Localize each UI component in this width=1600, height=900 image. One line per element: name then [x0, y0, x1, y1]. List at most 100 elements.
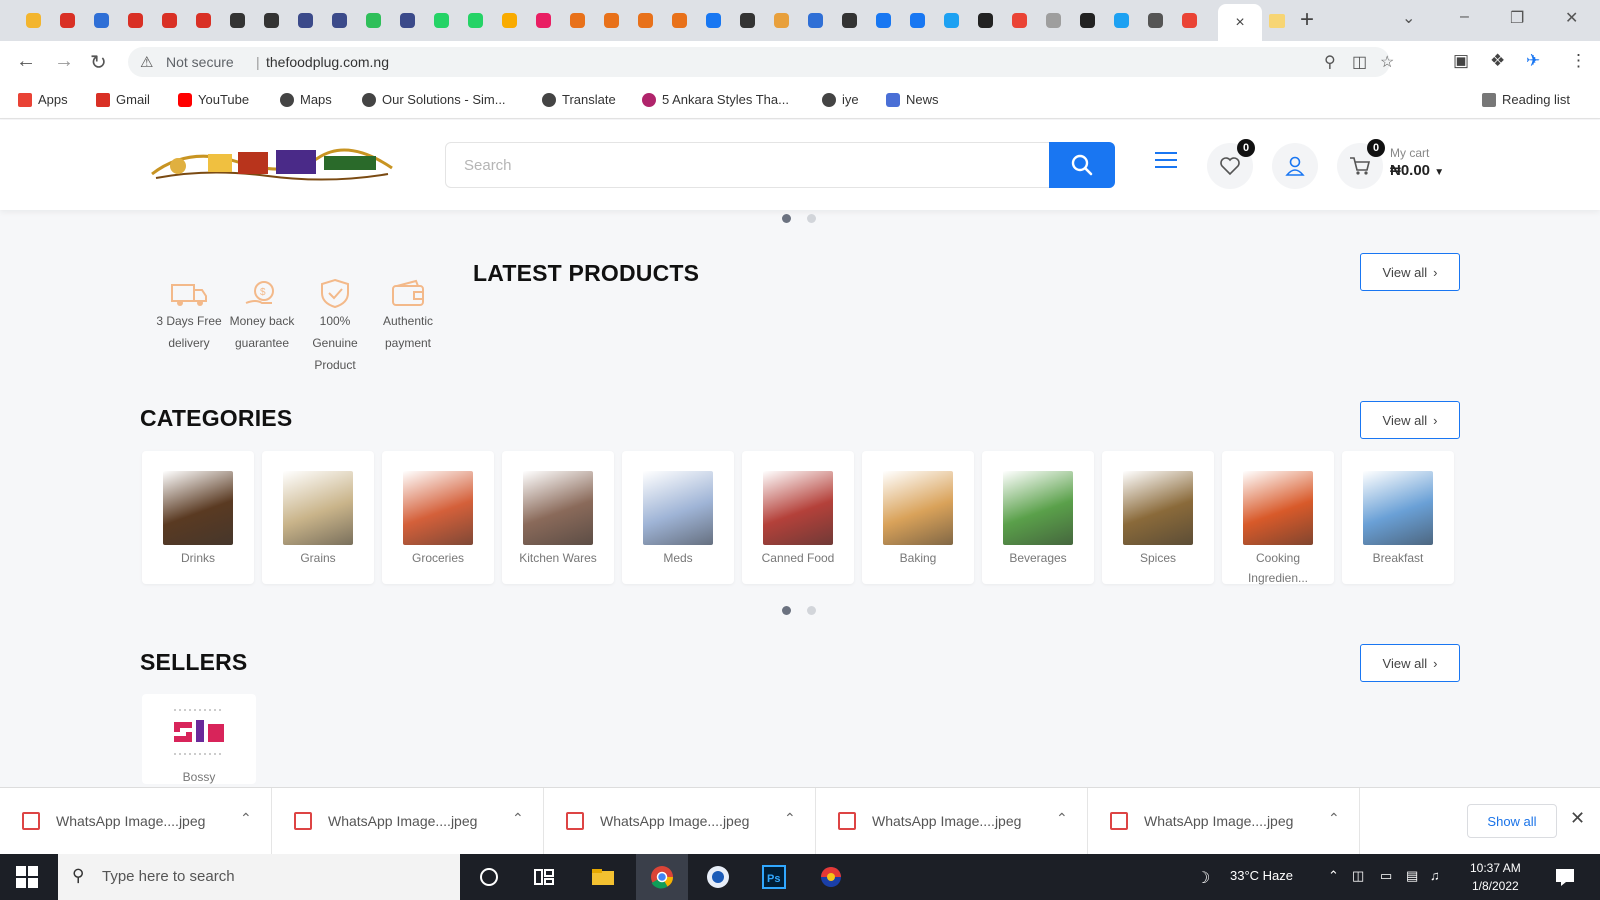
tab[interactable] — [732, 10, 762, 30]
tab[interactable] — [392, 10, 422, 30]
tab[interactable] — [1140, 10, 1170, 30]
tab[interactable] — [596, 10, 626, 30]
category-card[interactable]: Canned Food — [742, 451, 854, 584]
tab[interactable] — [868, 10, 898, 30]
tab[interactable] — [800, 10, 830, 30]
forward-arrow-icon[interactable]: → — [54, 50, 74, 73]
tab[interactable] — [290, 10, 320, 30]
close-downloads-icon[interactable]: ✕ — [1570, 808, 1585, 829]
bookmark-gmail[interactable]: Gmail — [96, 92, 150, 107]
search-input[interactable] — [446, 143, 1046, 187]
wishlist-button[interactable]: 0 — [1207, 139, 1255, 189]
cortana-icon[interactable] — [476, 864, 502, 890]
tab[interactable] — [86, 10, 116, 30]
show-hidden-icons-icon[interactable]: ⌃ — [1328, 868, 1339, 884]
show-all-downloads-button[interactable]: Show all — [1467, 804, 1557, 838]
tab[interactable] — [698, 10, 728, 30]
cart-label[interactable]: My cart — [1390, 146, 1429, 160]
tab-close-icon[interactable]: × — [1235, 14, 1244, 32]
search-button[interactable] — [1049, 142, 1115, 188]
tab[interactable] — [834, 10, 864, 30]
chevron-up-icon[interactable]: ⌃ — [1056, 810, 1068, 827]
tab[interactable] — [358, 10, 388, 30]
chevron-up-icon[interactable]: ⌃ — [512, 810, 524, 827]
weather-text[interactable]: 33°C Haze — [1230, 868, 1293, 883]
site-logo[interactable] — [148, 138, 396, 188]
install-app-icon[interactable]: ◫ — [1352, 52, 1367, 72]
category-card[interactable]: Breakfast — [1342, 451, 1454, 584]
bookmark-translate[interactable]: Translate — [542, 92, 616, 107]
tab[interactable] — [1262, 10, 1292, 32]
carousel-dot[interactable] — [782, 606, 791, 615]
address-bar[interactable]: ⚠ Not secure | thefoodplug.com.ng ⚲ ◫ ☆ — [128, 47, 1394, 77]
bookmark-iye[interactable]: iye — [822, 92, 859, 107]
weather-icon[interactable]: ☽ — [1196, 868, 1210, 888]
tab[interactable] — [1174, 10, 1204, 30]
bookmark-youtube[interactable]: YouTube — [178, 92, 249, 107]
tab[interactable] — [52, 10, 82, 30]
bookmark-news[interactable]: News — [886, 92, 939, 107]
carousel-dot[interactable] — [807, 214, 816, 223]
tab[interactable] — [1004, 10, 1034, 30]
app-icon[interactable] — [818, 864, 844, 890]
zoom-search-icon[interactable]: ⚲ — [1324, 52, 1336, 72]
app-icon[interactable] — [705, 864, 731, 890]
tab[interactable] — [1038, 10, 1068, 30]
category-card[interactable]: Grains — [262, 451, 374, 584]
download-item[interactable]: WhatsApp Image....jpeg ⌃ — [0, 788, 272, 855]
close-window-button[interactable]: ✕ — [1565, 8, 1578, 28]
chevron-up-icon[interactable]: ⌃ — [240, 810, 252, 827]
security-label[interactable]: Not secure — [166, 54, 234, 70]
reading-list[interactable]: Reading list — [1482, 92, 1570, 107]
category-card[interactable]: Kitchen Wares — [502, 451, 614, 584]
tab[interactable] — [18, 10, 48, 30]
tab[interactable] — [766, 10, 796, 30]
extension-icon[interactable]: ✈ — [1526, 51, 1540, 71]
account-button[interactable] — [1272, 143, 1318, 189]
tab[interactable] — [426, 10, 456, 30]
category-card[interactable]: Groceries — [382, 451, 494, 584]
url-text[interactable]: thefoodplug.com.ng — [266, 54, 389, 70]
tab[interactable] — [664, 10, 694, 30]
seller-card[interactable]: Bossy — [142, 694, 256, 784]
menu-hamburger-icon[interactable] — [1155, 152, 1177, 170]
tab[interactable] — [936, 10, 966, 30]
chevron-up-icon[interactable]: ⌃ — [784, 810, 796, 827]
sellers-view-all-button[interactable]: View all › — [1360, 644, 1460, 682]
tab[interactable] — [970, 10, 1000, 30]
tab[interactable] — [154, 10, 184, 30]
category-card[interactable]: Baking — [862, 451, 974, 584]
chevron-up-icon[interactable]: ⌃ — [1328, 810, 1340, 827]
extensions-puzzle-icon[interactable]: ❖ — [1490, 51, 1505, 71]
tab[interactable] — [494, 10, 524, 30]
network-icon[interactable]: ▤ — [1406, 868, 1418, 884]
bookmark-maps[interactable]: Maps — [280, 92, 332, 107]
category-card[interactable]: Spices — [1102, 451, 1214, 584]
tab[interactable] — [324, 10, 354, 30]
taskbar-active-app[interactable] — [636, 854, 688, 900]
tab[interactable] — [1072, 10, 1102, 30]
category-card[interactable]: Cooking Ingredien... — [1222, 451, 1334, 585]
tab[interactable] — [902, 10, 932, 30]
category-card[interactable]: Meds — [622, 451, 734, 584]
download-item[interactable]: WhatsApp Image....jpeg ⌃ — [544, 788, 816, 855]
photoshop-icon[interactable]: Ps — [761, 864, 787, 890]
tab[interactable] — [120, 10, 150, 30]
taskbar-search[interactable]: ⚲ Type here to search — [58, 854, 460, 900]
carousel-dot[interactable] — [782, 214, 791, 223]
minimize-button[interactable]: – — [1460, 8, 1469, 26]
cart-total[interactable]: ₦0.00 ▼ — [1390, 162, 1444, 179]
browser-menu-icon[interactable]: ⋮ — [1570, 51, 1587, 71]
reload-icon[interactable]: ↻ — [90, 50, 107, 75]
download-item[interactable]: WhatsApp Image....jpeg ⌃ — [272, 788, 544, 855]
notifications-icon[interactable] — [1552, 864, 1578, 890]
tab[interactable] — [630, 10, 660, 30]
category-card[interactable]: Drinks — [142, 451, 254, 584]
download-item[interactable]: WhatsApp Image....jpeg ⌃ — [816, 788, 1088, 855]
back-arrow-icon[interactable]: ← — [16, 50, 36, 73]
download-item[interactable]: WhatsApp Image....jpeg ⌃ — [1088, 788, 1360, 855]
bookmark-our-solutions[interactable]: Our Solutions - Sim... — [362, 92, 506, 107]
tab[interactable] — [1106, 10, 1136, 30]
tab[interactable] — [222, 10, 252, 30]
battery-icon[interactable]: ▭ — [1380, 868, 1392, 884]
